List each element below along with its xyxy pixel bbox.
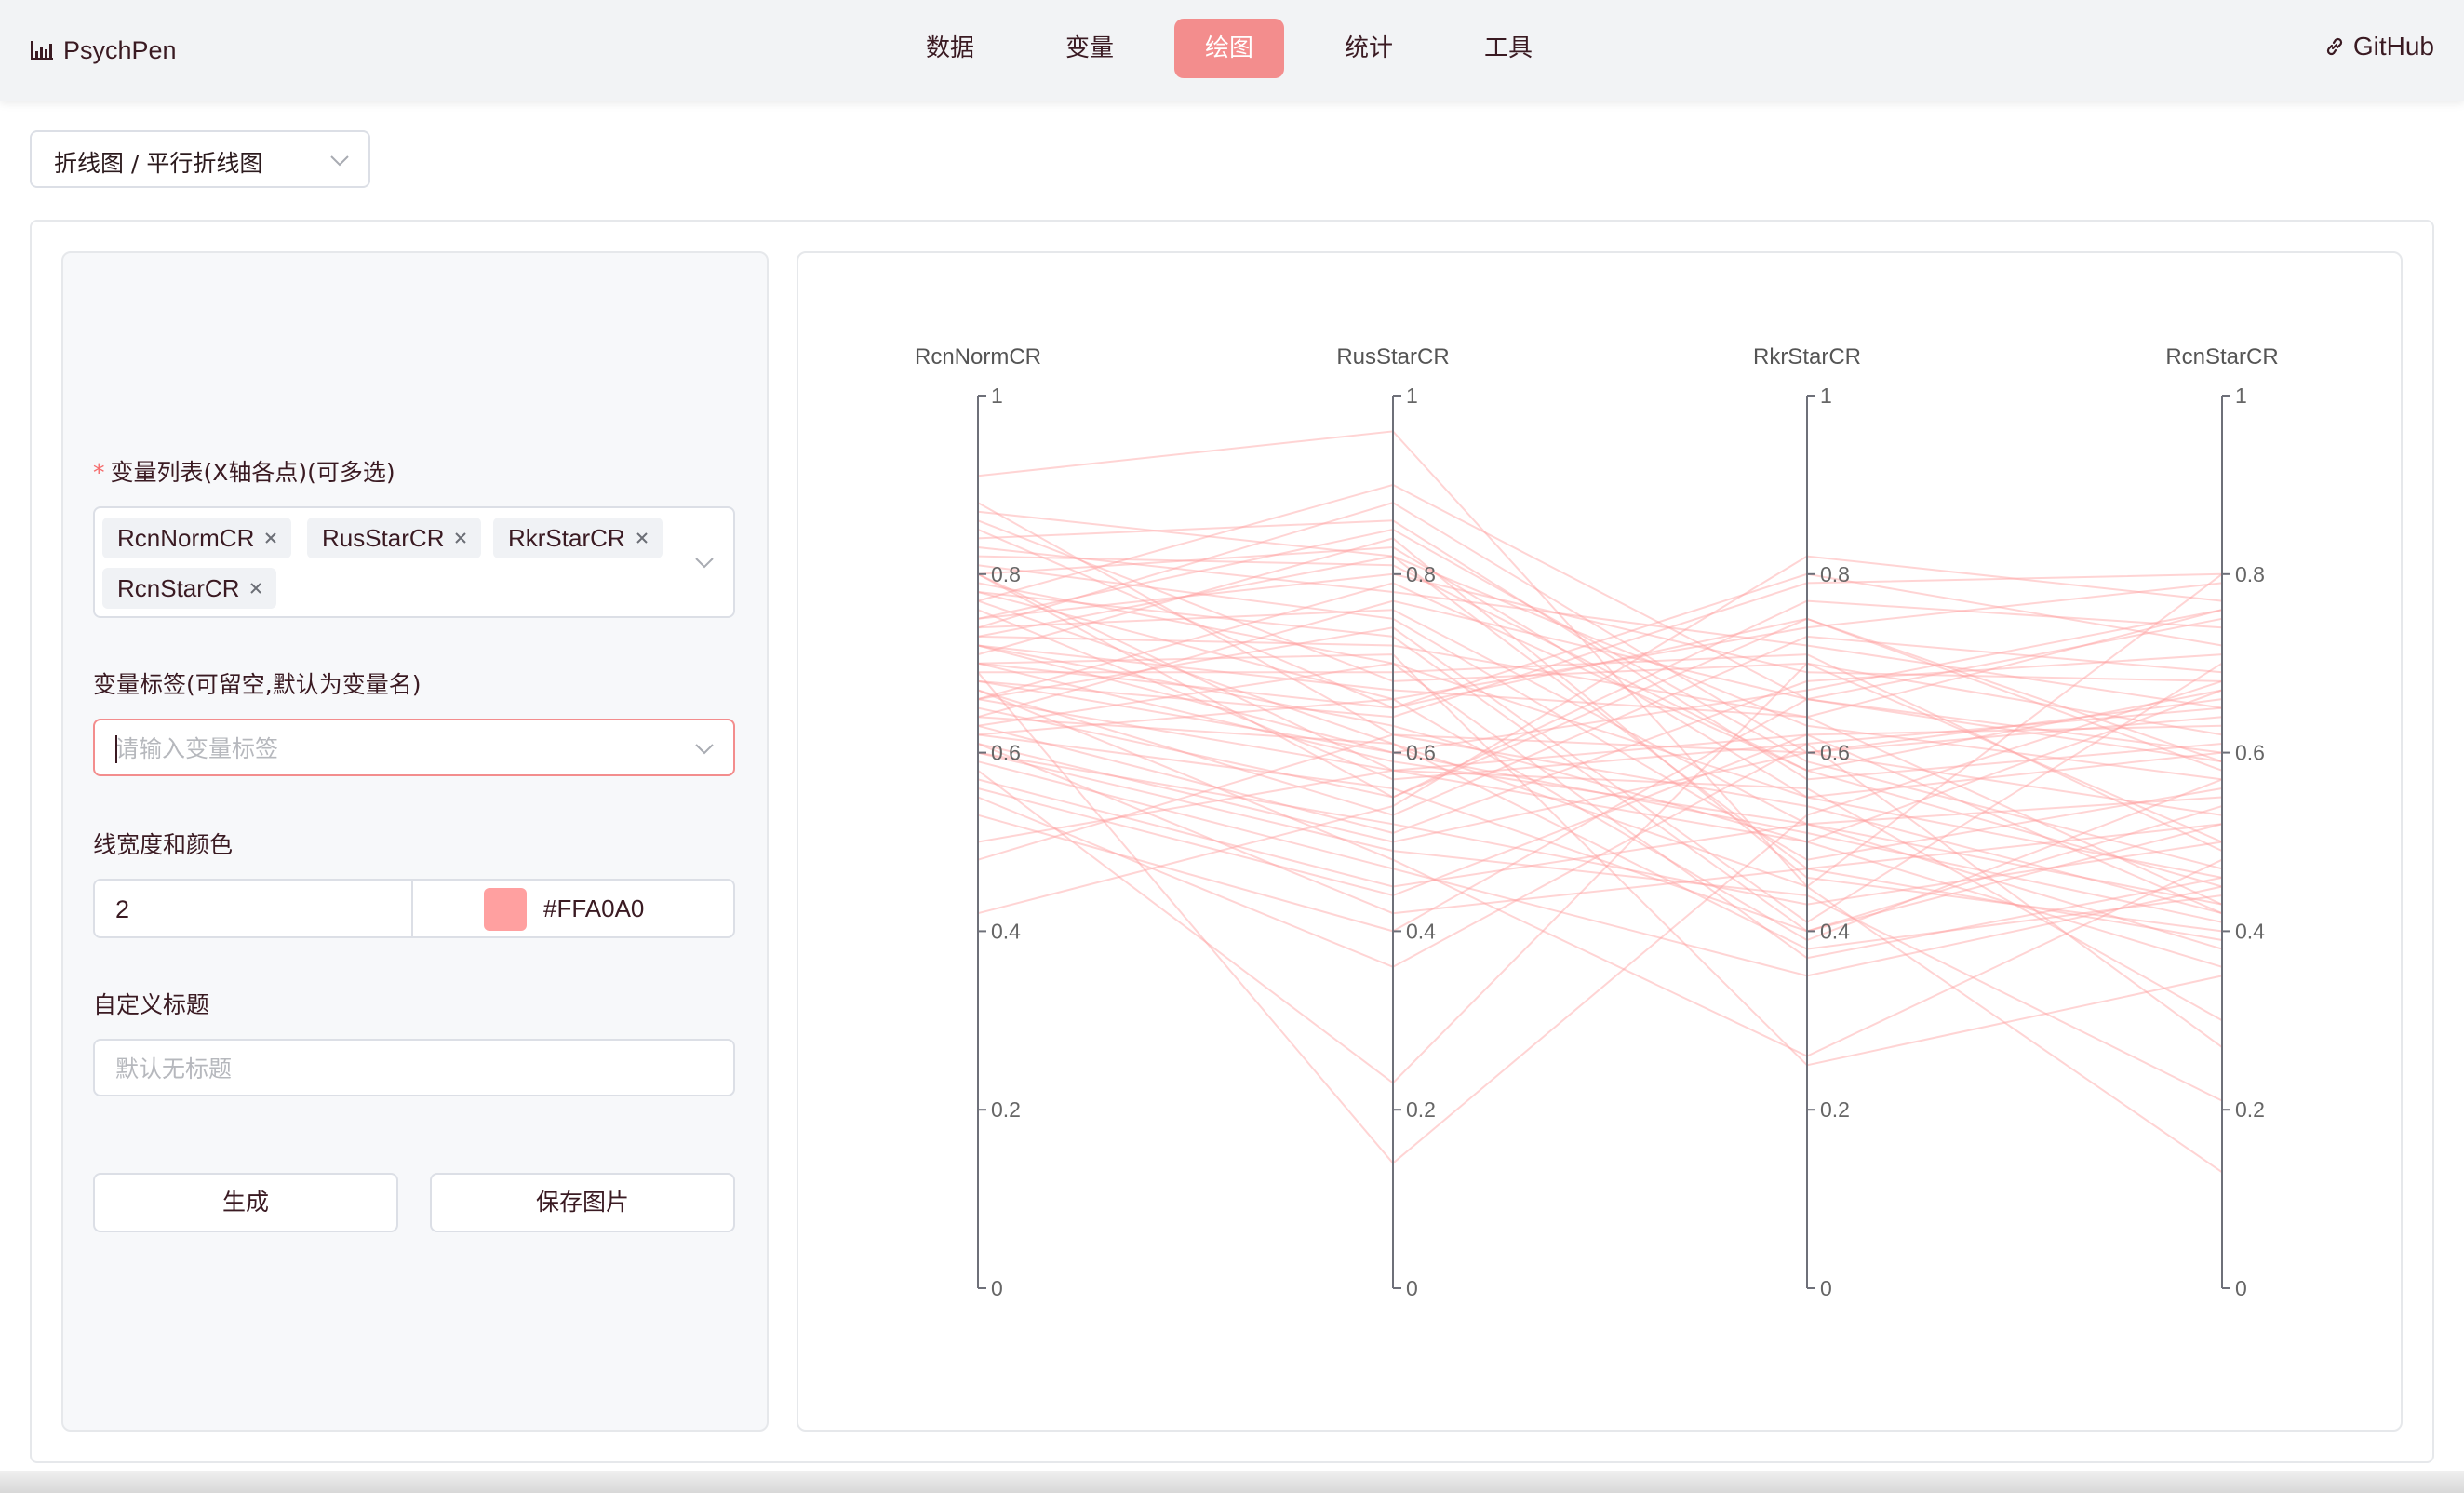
tick-label: 1 xyxy=(2235,383,2247,408)
main-nav: 数据 变量 绘图 统计 工具 xyxy=(895,19,1563,78)
labels-label: 变量标签(可留空,默认为变量名) xyxy=(93,671,422,698)
required-asterisk: * xyxy=(93,459,105,486)
tab-tools[interactable]: 工具 xyxy=(1453,19,1563,78)
tick-label: 0.8 xyxy=(1820,562,1850,586)
width-color-group: #FFA0A0 xyxy=(93,879,735,938)
axis-title: RcnStarCR xyxy=(2165,344,2278,370)
chevron-down-icon xyxy=(330,155,349,167)
custom-title-field[interactable] xyxy=(115,1053,711,1084)
tick-label: 0 xyxy=(991,1276,1003,1300)
close-icon[interactable] xyxy=(263,531,278,545)
data-line xyxy=(977,769,2223,1022)
close-icon[interactable] xyxy=(248,581,263,596)
line-width-field[interactable] xyxy=(115,894,395,925)
tick-label: 0.2 xyxy=(1820,1097,1850,1122)
chart-type-value: 折线图 / 平行折线图 xyxy=(54,150,263,177)
save-image-button[interactable]: 保存图片 xyxy=(430,1173,735,1232)
github-label: GitHub xyxy=(2352,32,2434,61)
tick-label: 0.8 xyxy=(1406,562,1436,586)
tick-label: 1 xyxy=(1406,383,1418,408)
data-line xyxy=(977,599,2223,799)
tick-label: 0.2 xyxy=(2235,1097,2265,1122)
tick-label: 0.8 xyxy=(2235,562,2265,586)
bar-chart-icon xyxy=(31,41,53,60)
tick-label: 0.2 xyxy=(1406,1097,1436,1122)
link-icon xyxy=(2326,37,2342,56)
variable-tag-label: RcnStarCR xyxy=(117,574,240,602)
top-navbar: PsychPen 数据 变量 绘图 统计 工具 GitHub xyxy=(0,0,2464,101)
text-caret xyxy=(115,735,117,763)
tick-label: 0.2 xyxy=(991,1097,1021,1122)
tab-plot[interactable]: 绘图 xyxy=(1174,19,1284,78)
close-icon[interactable] xyxy=(453,531,468,545)
tick-label: 0.6 xyxy=(1406,741,1436,765)
variable-tag: RcnNormCR xyxy=(102,518,292,558)
github-link[interactable]: GitHub xyxy=(2323,32,2434,61)
tick-label: 0.6 xyxy=(2235,741,2265,765)
divider xyxy=(411,881,413,936)
width-color-label: 线宽度和颜色 xyxy=(93,831,234,858)
tick-label: 0.4 xyxy=(1820,919,1850,943)
tab-variables[interactable]: 变量 xyxy=(1035,19,1145,78)
parallel-coordinates-chart: RcnNormCR 0 0.2 0.4 0.6 0.8 1 RusStarCR 0 0.2 0.4 0… xyxy=(915,344,2279,1300)
generate-button[interactable]: 生成 xyxy=(93,1173,398,1232)
tick-label: 0.4 xyxy=(1406,919,1436,943)
close-icon[interactable] xyxy=(635,531,649,545)
tick-label: 0 xyxy=(1820,1276,1832,1300)
variable-tag-label: RcnNormCR xyxy=(117,524,255,552)
tick-label: 0.6 xyxy=(991,741,1021,765)
variable-labels-input[interactable] xyxy=(93,719,735,776)
brand[interactable]: PsychPen xyxy=(30,32,177,69)
variable-tag: RkrStarCR xyxy=(493,518,663,558)
tick-label: 0.4 xyxy=(2235,919,2265,943)
variables-multiselect[interactable]: RcnNormCR RusStarCR RkrStarCR RcnStarCR xyxy=(93,506,735,618)
tick-label: 0.6 xyxy=(1820,741,1850,765)
chevron-down-icon xyxy=(695,558,714,569)
color-hex[interactable]: #FFA0A0 xyxy=(543,894,644,923)
axis-title: RkrStarCR xyxy=(1753,344,1861,370)
variable-tag-label: RusStarCR xyxy=(322,524,445,552)
tab-statistics[interactable]: 统计 xyxy=(1314,19,1424,78)
tick-label: 0 xyxy=(2235,1276,2247,1300)
variable-tag: RcnStarCR xyxy=(102,568,277,609)
variables-label: * 变量列表(X轴各点)(可多选) xyxy=(93,454,395,488)
title-label: 自定义标题 xyxy=(93,991,210,1018)
brand-name: PsychPen xyxy=(63,35,177,64)
tick-label: 1 xyxy=(991,383,1003,408)
tick-label: 1 xyxy=(1820,383,1832,408)
variable-tag-label: RkrStarCR xyxy=(508,524,625,552)
tab-data[interactable]: 数据 xyxy=(895,19,1005,78)
color-swatch[interactable] xyxy=(484,888,527,931)
chevron-down-icon xyxy=(695,744,714,755)
custom-title-input[interactable] xyxy=(93,1039,735,1096)
tick-label: 0.4 xyxy=(991,919,1021,943)
axis-title: RusStarCR xyxy=(1336,344,1449,370)
window-bottom-edge xyxy=(0,1471,2464,1493)
variables-label-text: 变量列表(X轴各点)(可多选) xyxy=(110,459,395,486)
chart-type-select[interactable]: 折线图 / 平行折线图 xyxy=(30,130,370,188)
variable-labels-field[interactable] xyxy=(115,733,674,763)
tick-label: 0 xyxy=(1406,1276,1418,1300)
axis-title: RcnNormCR xyxy=(915,344,1041,370)
variable-tag: RusStarCR xyxy=(307,518,482,558)
tick-label: 0.8 xyxy=(991,562,1021,586)
